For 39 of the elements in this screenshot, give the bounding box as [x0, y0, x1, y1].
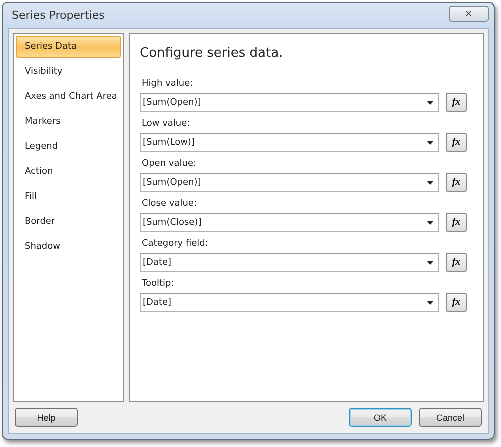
field-label: Open value: — [142, 159, 198, 171]
field-label: High value: — [142, 79, 194, 91]
field-label: Category field: — [142, 239, 210, 251]
sidebar-item[interactable]: Shadow — [16, 236, 121, 258]
dropdown-field[interactable]: [Sum(Open)] — [140, 93, 439, 112]
expression-button[interactable]: fx — [446, 253, 467, 272]
dropdown-field[interactable]: [Sum(Close)] — [140, 213, 439, 232]
expression-button[interactable]: fx — [446, 293, 467, 312]
dropdown-caret-icon[interactable] — [427, 300, 434, 304]
cancel-button[interactable]: Cancel — [419, 408, 482, 427]
dropdown-field[interactable]: [Date] — [140, 293, 439, 312]
expression-button[interactable]: fx — [446, 133, 467, 152]
window-title: Series Properties — [12, 9, 105, 22]
field-label: Low value: — [142, 119, 192, 131]
dropdown-caret-icon[interactable] — [427, 100, 434, 104]
sidebar-item[interactable]: Axes and Chart Area — [16, 86, 121, 108]
sidebar-item[interactable]: Markers — [16, 111, 121, 133]
sidebar-item[interactable]: Visibility — [16, 61, 121, 83]
field-label: Tooltip: — [142, 279, 176, 291]
section-heading: Configure series data. — [140, 46, 284, 61]
sidebar-item[interactable]: Series Data — [16, 36, 121, 58]
sidebar-item[interactable]: Action — [16, 161, 121, 183]
ok-button[interactable]: OK — [349, 408, 412, 427]
sidebar-item[interactable]: Fill — [16, 186, 121, 208]
expression-button[interactable]: fx — [446, 213, 467, 232]
field-label: Close value: — [142, 199, 198, 211]
help-button[interactable]: Help — [15, 408, 78, 427]
dropdown-caret-icon[interactable] — [427, 180, 434, 184]
sidebar-item[interactable]: Legend — [16, 136, 121, 158]
dropdown-field[interactable]: [Date] — [140, 253, 439, 272]
expression-button[interactable]: fx — [446, 173, 467, 192]
dropdown-field[interactable]: [Sum(Low)] — [140, 133, 439, 152]
dropdown-caret-icon[interactable] — [427, 260, 434, 264]
close-button[interactable]: ✕ — [449, 6, 489, 22]
dropdown-field[interactable]: [Sum(Open)] — [140, 173, 439, 192]
expression-button[interactable]: fx — [446, 93, 467, 112]
dropdown-caret-icon[interactable] — [427, 220, 434, 224]
dropdown-caret-icon[interactable] — [427, 140, 434, 144]
sidebar-item[interactable]: Border — [16, 211, 121, 233]
